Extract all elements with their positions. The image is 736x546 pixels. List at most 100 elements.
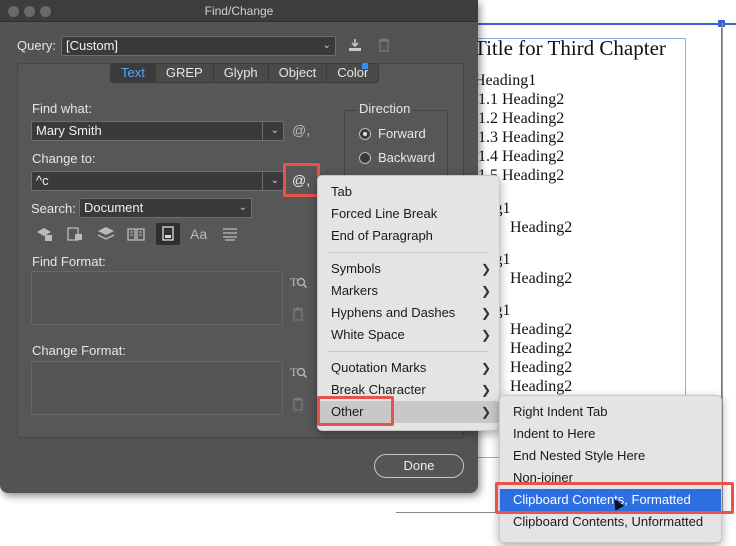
tab-object[interactable]: Object — [269, 64, 328, 82]
menu-item-label: Markers — [331, 283, 378, 298]
page-edge-right — [722, 23, 723, 513]
query-select[interactable]: [Custom] ⌄ — [61, 36, 336, 56]
change-to-value: ^c — [36, 173, 49, 188]
doc-line: .1.2 Heading2 — [474, 110, 565, 127]
save-query-icon[interactable] — [347, 37, 363, 56]
menu-item-tab[interactable]: Tab — [318, 181, 499, 203]
doc-line: Heading2 — [510, 270, 573, 287]
change-to-label: Change to: — [32, 151, 96, 166]
chevron-right-icon: ❯ — [480, 383, 491, 397]
tab-color[interactable]: Color — [327, 64, 378, 82]
chevron-down-icon: ⌄ — [322, 40, 331, 51]
menu-item-markers[interactable]: Markers ❯ — [318, 280, 499, 302]
clear-find-format-icon[interactable] — [291, 306, 305, 326]
chevron-right-icon: ❯ — [480, 306, 491, 320]
direction-group — [344, 110, 448, 182]
document-title: Title for Third Chapter — [474, 36, 666, 60]
chevron-right-icon: ❯ — [480, 262, 491, 276]
include-footnotes-icon[interactable] — [156, 223, 180, 245]
direction-backward-label[interactable]: Backward — [378, 150, 435, 165]
special-characters-find-icon[interactable]: @, — [292, 122, 310, 138]
color-tab-indicator — [362, 63, 368, 69]
search-scope-select[interactable]: Document ⌄ — [79, 198, 252, 218]
menu-separator — [328, 351, 489, 352]
field-divider — [262, 172, 263, 190]
highlight-other-item — [317, 396, 394, 426]
menu-separator — [328, 252, 489, 253]
tab-glyph[interactable]: Glyph — [214, 64, 269, 82]
svg-text:T: T — [290, 365, 298, 379]
include-locked-stories-icon[interactable] — [66, 226, 84, 246]
query-value: [Custom] — [66, 38, 119, 53]
tab-text[interactable]: Text — [111, 64, 156, 82]
doc-line: Heading1 — [474, 72, 537, 89]
include-master-pages-icon[interactable] — [127, 226, 145, 246]
find-what-input[interactable]: Mary Smith ⌄ — [31, 121, 284, 141]
highlight-special-char-button — [283, 163, 320, 197]
chevron-down-icon: ⌄ — [238, 202, 247, 213]
change-to-input[interactable]: ^c ⌄ — [31, 171, 284, 191]
chevron-down-icon[interactable]: ⌄ — [271, 122, 279, 140]
menu-item-symbols[interactable]: Symbols ❯ — [318, 258, 499, 280]
screen: { "dialog": { "title": "Find/Change", "q… — [0, 0, 736, 546]
done-button[interactable]: Done — [374, 454, 464, 478]
direction-label: Direction — [357, 101, 413, 116]
doc-line: .1.3 Heading2 — [474, 129, 565, 146]
search-label: Search: — [31, 201, 76, 216]
change-format-label: Change Format: — [32, 343, 126, 358]
menu-item-label: Break Character — [331, 382, 426, 397]
svg-text:T: T — [290, 275, 298, 289]
doc-line: Heading2 — [510, 321, 573, 338]
direction-backward-radio[interactable] — [359, 152, 371, 164]
include-hidden-layers-icon[interactable] — [97, 226, 115, 246]
case-sensitive-icon[interactable]: Aa — [190, 226, 207, 242]
clear-change-format-icon[interactable] — [291, 396, 305, 416]
menu-item-label: Hyphens and Dashes — [331, 305, 456, 320]
menu-item-end-nested-style-here[interactable]: End Nested Style Here — [500, 445, 721, 467]
special-characters-menu: Tab Forced Line Break End of Paragraph S… — [317, 175, 500, 431]
doc-line: Heading2 — [510, 359, 573, 376]
chevron-right-icon: ❯ — [480, 405, 491, 419]
menu-item-quotation-marks[interactable]: Quotation Marks ❯ — [318, 357, 499, 379]
doc-line: Heading2 — [510, 219, 573, 236]
menu-item-right-indent-tab[interactable]: Right Indent Tab — [500, 401, 721, 423]
page-edge-top — [478, 23, 736, 25]
direction-forward-label[interactable]: Forward — [378, 126, 426, 141]
search-type-tabs: Text GREP Glyph Object Color — [110, 63, 380, 83]
menu-item-hyphens-and-dashes[interactable]: Hyphens and Dashes ❯ — [318, 302, 499, 324]
field-divider — [262, 122, 263, 140]
other-submenu: Right Indent Tab Indent to Here End Nest… — [499, 395, 722, 543]
menu-item-white-space[interactable]: White Space ❯ — [318, 324, 499, 346]
dialog-title: Find/Change — [204, 4, 274, 18]
doc-line: Heading2 — [510, 340, 573, 357]
page-bottom-edge — [396, 512, 496, 513]
tab-grep[interactable]: GREP — [156, 64, 214, 82]
dialog-titlebar[interactable]: Find/Change — [0, 0, 478, 22]
delete-query-icon[interactable] — [377, 37, 391, 57]
menu-item-forced-line-break[interactable]: Forced Line Break — [318, 203, 499, 225]
chevron-right-icon: ❯ — [480, 361, 491, 375]
menu-item-clipboard-unformatted[interactable]: Clipboard Contents, Unformatted — [500, 511, 721, 533]
change-format-box[interactable] — [31, 361, 283, 415]
include-locked-layers-icon[interactable] — [36, 226, 54, 246]
whole-word-icon[interactable] — [221, 226, 239, 246]
find-format-box[interactable] — [31, 271, 283, 325]
menu-item-label: White Space — [331, 327, 405, 342]
find-what-value: Mary Smith — [36, 123, 102, 138]
query-label: Query: — [17, 38, 57, 53]
doc-line: Heading2 — [510, 378, 573, 395]
menu-item-end-of-paragraph[interactable]: End of Paragraph — [318, 225, 499, 247]
chevron-right-icon: ❯ — [480, 284, 491, 298]
menu-item-label: Quotation Marks — [331, 360, 427, 375]
doc-line: .1.4 Heading2 — [474, 148, 565, 165]
doc-line: .1.1 Heading2 — [474, 91, 565, 108]
find-what-label: Find what: — [32, 101, 92, 116]
menu-item-label: Symbols — [331, 261, 381, 276]
specify-find-format-icon[interactable]: T — [290, 274, 308, 294]
menu-item-indent-to-here[interactable]: Indent to Here — [500, 423, 721, 445]
chevron-down-icon[interactable]: ⌄ — [271, 172, 279, 190]
direction-forward-radio[interactable] — [359, 128, 371, 140]
find-format-label: Find Format: — [32, 254, 106, 269]
specify-change-format-icon[interactable]: T — [290, 364, 308, 384]
search-scope-value: Document — [84, 200, 144, 215]
